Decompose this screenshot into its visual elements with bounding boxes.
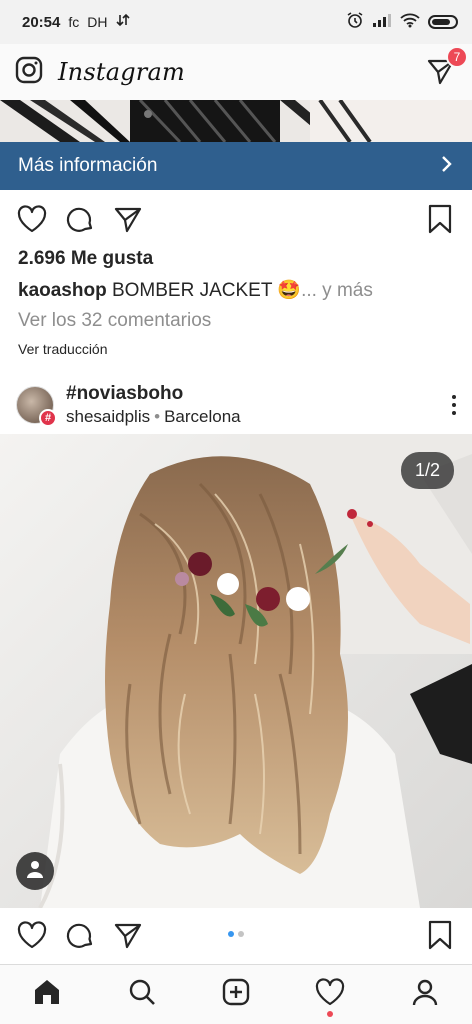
heart-icon[interactable] [16,919,48,951]
caption-text: BOMBER JACKET 🤩 [111,280,302,301]
caption-username[interactable]: kaoashop [18,280,107,301]
activity-dot [327,1010,334,1017]
comment-icon[interactable] [64,203,96,235]
battery-icon [428,15,458,29]
kebab-dot [452,411,456,415]
view-comments-link[interactable]: Ver los 32 comentarios [18,310,211,332]
post-photo-art [0,434,472,908]
status-time: 20:54 [22,13,61,31]
person-icon [25,859,45,884]
separator: • [154,407,161,426]
kebab-dot [452,395,456,399]
caption-more-link[interactable]: ... y más [301,280,373,301]
see-translation-link[interactable]: Ver traducción [18,341,108,357]
tagged-users-button[interactable] [16,852,54,890]
search-icon [127,977,157,1012]
profile-icon [410,977,440,1012]
bookmark-icon[interactable] [424,919,456,951]
signal-icon [372,12,392,32]
bookmark-icon[interactable] [424,203,456,235]
comment-icon[interactable] [64,919,96,951]
chevron-right-icon [440,153,454,179]
carousel-dot [238,931,244,937]
post-meta: #noviasboho shesaidplis • Barcelona [66,383,241,427]
post-photo[interactable]: 1/2 [0,434,472,908]
status-carrier: fc [68,14,80,30]
status-bar: 20:54 fc DH [0,0,472,44]
data-transfer-icon [115,13,130,31]
share-icon[interactable] [112,919,144,951]
direct-messages-button[interactable]: 7 [426,46,468,90]
nav-profile[interactable] [405,975,445,1015]
add-post-icon [221,977,251,1012]
heart-icon [315,978,345,1011]
kebab-dot [452,403,456,407]
previous-post-image-art [0,100,472,142]
more-info-label: Más información [18,155,158,176]
avatar[interactable]: # [16,386,57,427]
instagram-logo: Instagram [58,58,185,86]
status-extra: DH [87,14,108,30]
more-info-button[interactable]: Más información [0,142,472,190]
more-options-icon[interactable] [452,395,456,415]
wifi-icon [400,12,420,32]
post-userline: shesaidplis • Barcelona [66,407,241,427]
likes-count[interactable]: 2.696 Me gusta [18,248,153,270]
nav-activity[interactable] [310,975,350,1017]
status-right [346,11,458,33]
status-left: 20:54 fc DH [22,13,130,31]
carousel-dots [228,931,244,937]
post-username[interactable]: shesaidplis [66,407,150,426]
alarm-icon [346,11,364,33]
post-location[interactable]: Barcelona [164,407,241,426]
bottom-nav [0,964,472,1024]
post-caption: kaoashop BOMBER JACKET 🤩... y más [18,278,373,302]
dm-badge: 7 [446,46,468,68]
nav-add[interactable] [216,975,256,1015]
share-icon[interactable] [112,203,144,235]
hashtag-badge: # [39,409,57,427]
previous-post-image[interactable] [0,100,472,142]
app-header: Instagram 7 [0,44,472,100]
photo-counter: 1/2 [400,452,454,489]
home-icon [32,977,62,1012]
nav-home[interactable] [27,975,67,1015]
heart-icon[interactable] [16,203,48,235]
previous-post-actions [0,194,472,244]
carousel-dot-active [228,931,234,937]
post-hashtag[interactable]: #noviasboho [66,383,241,405]
camera-icon[interactable] [14,55,44,90]
nav-search[interactable] [122,975,162,1015]
paper-plane-icon [426,59,456,90]
post-header: # #noviasboho shesaidplis • Barcelona [0,376,472,434]
